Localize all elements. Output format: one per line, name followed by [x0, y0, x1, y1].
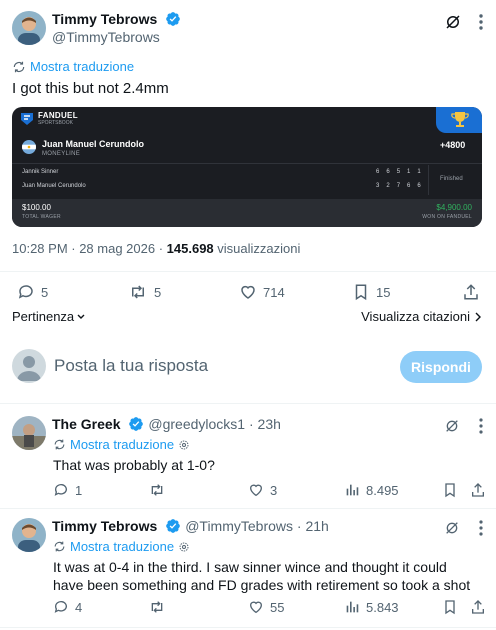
reply-button[interactable]: 5 [17, 283, 48, 301]
view-quotes-link[interactable]: Visualizza citazioni [361, 309, 482, 324]
bookmark-icon [352, 283, 370, 301]
tweet-meta: 10:28 PM · 28 mag 2026 · 145.698 visuali… [12, 241, 300, 256]
bet-divider [12, 163, 482, 164]
reply-avatar[interactable] [12, 416, 46, 450]
grok-icon[interactable] [444, 520, 460, 536]
author-name-row: Timmy Tebrows [52, 11, 181, 29]
settings-gear-icon[interactable] [178, 439, 190, 451]
won-amount: $4,900.00 [436, 203, 472, 212]
retweet-icon [148, 482, 166, 498]
verified-badge-icon [128, 416, 144, 432]
reply-icon [17, 283, 35, 301]
retweet-button[interactable] [148, 482, 172, 498]
current-user-avatar[interactable] [12, 349, 46, 383]
bookmark-icon[interactable] [442, 482, 458, 498]
wager-amount: $100.00 [22, 203, 51, 212]
score-row2-name: Juan Manuel Cerundolo [22, 183, 86, 189]
heart-icon [239, 283, 257, 301]
reply-author-handle[interactable]: @greedylocks1 [148, 416, 245, 432]
reply-header: The Greek @greedylocks1 · 23h [52, 416, 281, 434]
separator [0, 508, 496, 509]
tweet-time[interactable]: 10:28 PM · 28 mag 2026 · [12, 241, 167, 256]
retweet-button[interactable] [148, 599, 172, 615]
translate-link[interactable]: Mostra traduzione [12, 59, 134, 74]
tweet-text: I got this but not 2.4mm [12, 80, 169, 97]
bookmark-button[interactable]: 15 [352, 283, 390, 301]
analytics-icon [344, 482, 360, 498]
reply-button[interactable]: 1 [53, 482, 82, 498]
reply-time[interactable]: · 23h [245, 416, 281, 432]
views-button[interactable]: 8.495 [344, 482, 399, 498]
wager-label: TOTAL WAGER [22, 214, 61, 220]
separator [0, 627, 496, 628]
trophy-icon [451, 112, 469, 127]
reply-icon [53, 482, 69, 498]
bet-market: MONEYLINE [42, 151, 81, 157]
translate-icon [53, 540, 66, 553]
bet-player: Juan Manuel Cerundolo [42, 139, 145, 149]
status-divider [428, 165, 429, 195]
reply-author-name[interactable]: The Greek [52, 416, 120, 432]
reply-avatar[interactable] [12, 518, 46, 552]
views-count: 145.698 [166, 241, 214, 256]
score-row2: 32766 [376, 183, 421, 189]
reply-icon [53, 599, 69, 615]
trophy-badge [436, 107, 482, 133]
reply-translate-link[interactable]: Mostra traduzione [53, 437, 190, 452]
verified-badge-icon [165, 11, 181, 27]
views-button[interactable]: 5.843 [344, 599, 399, 615]
views-label: visualizzazioni [213, 241, 301, 256]
share-icon[interactable] [462, 283, 480, 301]
retweet-icon [128, 283, 148, 301]
sort-dropdown[interactable]: Pertinenza [12, 309, 86, 324]
like-button[interactable]: 3 [248, 482, 277, 498]
separator [0, 403, 496, 404]
bookmark-icon[interactable] [442, 599, 458, 615]
grok-icon[interactable] [444, 418, 460, 434]
author-handle[interactable]: @TimmyTebrows [52, 29, 160, 45]
heart-icon [248, 482, 264, 498]
like-button[interactable]: 714 [239, 283, 285, 301]
share-icon[interactable] [470, 599, 486, 615]
reply-author-name[interactable]: Timmy Tebrows [52, 518, 157, 534]
analytics-icon [344, 599, 360, 615]
reply-translate-link[interactable]: Mostra traduzione [53, 539, 190, 554]
retweet-icon [148, 599, 166, 615]
reply-submit-button[interactable]: Rispondi [400, 351, 482, 383]
reply-author-handle[interactable]: @TimmyTebrows [185, 518, 293, 534]
separator [0, 271, 496, 272]
chevron-right-icon [474, 312, 482, 322]
reply-button[interactable]: 4 [53, 599, 82, 615]
like-button[interactable]: 55 [248, 599, 284, 615]
match-status: Finished [440, 176, 463, 182]
reply-input[interactable]: Posta la tua risposta [54, 356, 208, 376]
fanduel-shield-icon [21, 113, 33, 125]
score-row1-name: Jannik Sinner [22, 169, 59, 175]
reply-time[interactable]: · 21h [293, 518, 329, 534]
reply-text: That was probably at 1-0? [53, 457, 215, 473]
translate-icon [12, 60, 26, 74]
author-avatar[interactable] [12, 11, 46, 45]
score-row1: 66511 [376, 169, 421, 175]
argentina-flag-icon [22, 140, 36, 154]
retweet-button[interactable]: 5 [128, 283, 161, 301]
more-options-icon[interactable] [474, 13, 488, 31]
verified-badge-icon [165, 518, 181, 534]
won-label: WON ON FANDUEL [422, 214, 472, 220]
more-options-icon[interactable] [474, 520, 488, 536]
author-name[interactable]: Timmy Tebrows [52, 11, 157, 27]
bet-slip-image[interactable]: FANDUEL SPORTSBOOK Juan Manuel Cerundolo… [12, 107, 482, 227]
reply-header: Timmy Tebrows @TimmyTebrows · 21h [52, 518, 329, 536]
share-icon[interactable] [470, 482, 486, 498]
grok-icon[interactable] [444, 13, 462, 31]
bet-odds: +4800 [440, 140, 466, 150]
fanduel-logo: FANDUEL SPORTSBOOK [20, 112, 78, 126]
heart-icon [248, 599, 264, 615]
reply-text: It was at 0-4 in the third. I saw sinner… [53, 559, 471, 593]
more-options-icon[interactable] [474, 418, 488, 434]
chevron-down-icon [76, 312, 86, 322]
settings-gear-icon[interactable] [178, 541, 190, 553]
translate-icon [53, 438, 66, 451]
bet-footer: $100.00 TOTAL WAGER $4,900.00 WON ON FAN… [12, 199, 482, 227]
